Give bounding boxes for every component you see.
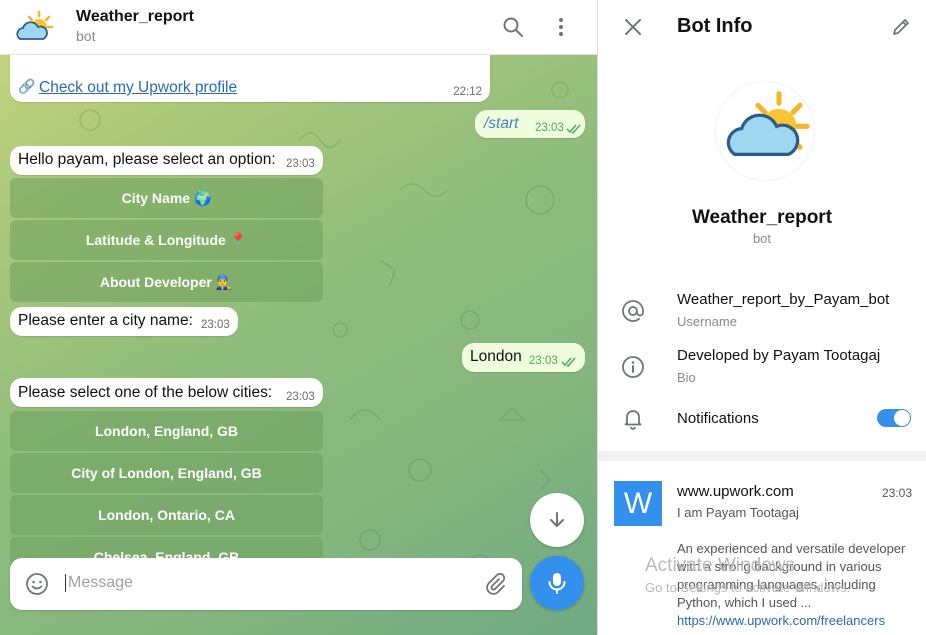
link-preview-url[interactable]: https://www.upwork.com/freelancers [677,613,885,628]
message-start: /start 23:03 [475,110,585,138]
attach-button[interactable] [483,572,507,596]
inline-button-lat-long[interactable]: Latitude & Longitude 📍 [10,220,323,260]
message-london: London 23:03 [462,343,585,372]
info-icon [622,356,644,378]
message-select-city: Please select one of the below cities: 2… [10,378,323,407]
weather-avatar-icon [16,10,54,40]
message-time: 23:03 [535,122,564,134]
link-preview-letter: W [623,486,653,520]
bio-value: Developed by Payam Tootagaj [677,347,881,364]
chat-area: Weather_report bot 🔗 Check out my Upwork… [0,0,597,635]
mic-icon [548,573,566,594]
link-preview-time: 23:03 [882,486,913,500]
edit-icon [893,19,909,35]
profile-type: bot [752,231,772,246]
voice-record-button[interactable] [530,556,584,610]
scroll-down-button[interactable] [530,493,584,547]
message-text: Hello payam, please select an option: [18,151,276,168]
toggle-knob [894,410,910,426]
bot-avatar[interactable] [12,8,54,50]
chat-subtitle: bot [76,28,96,44]
link-preview-title: I am Payam Tootagaj [677,505,799,520]
inline-button-about-developer[interactable]: About Developer 👨‍🔧 [10,262,323,302]
message-input[interactable]: Message [65,574,133,592]
close-panel-button[interactable] [620,14,646,40]
bell-icon [624,410,642,430]
message-text: Please enter a city name: [18,312,193,329]
upwork-profile-link[interactable]: Check out my Upwork profile [39,79,237,97]
username-label: Username [677,314,737,329]
bio-row-icon [620,354,646,380]
emoji-icon [26,573,48,595]
notifications-toggle[interactable] [877,409,911,427]
more-vertical-icon [559,18,563,36]
bot-info-panel: Bot Info Weather_report bot Weather_repo… [598,0,926,635]
close-icon [625,19,641,35]
more-button[interactable] [546,12,576,42]
activate-windows-title: Activate Windows [645,555,795,576]
username-value[interactable]: Weather_report_by_Payam_bot [677,291,889,308]
chat-title: Weather_report [76,8,194,25]
arrow-down-icon [550,512,564,527]
weather-avatar-icon [726,91,810,156]
chat-header: Weather_report bot [0,0,597,55]
message-time: 23:03 [529,355,558,367]
inline-button-london-gb[interactable]: London, England, GB [10,411,323,451]
panel-title: Bot Info [677,15,753,37]
username-row-icon [620,298,646,324]
emoji-button[interactable] [25,572,49,596]
search-icon [503,17,523,37]
search-button[interactable] [498,12,528,42]
message-time: 23:03 [286,391,315,403]
double-check-icon [561,357,576,367]
attach-icon [486,572,506,595]
link-preview-avatar: W [614,481,662,526]
message-time: 23:03 [201,319,230,331]
message-text: London [470,348,522,365]
double-check-icon [566,124,581,134]
activate-windows-subtitle: Go to Settings to activate Windows. [645,580,851,595]
profile-name: Weather_report [691,207,833,228]
edit-button[interactable] [888,14,914,40]
message-text: Please select one of the below cities: [18,384,273,401]
profile-avatar[interactable] [716,82,814,180]
section-separator [598,451,926,461]
notifications-label: Notifications [677,410,759,427]
message-time: 23:03 [286,158,315,170]
inline-button-city-name[interactable]: City Name 🌍 [10,178,323,218]
message-enter-city: Please enter a city name: 23:03 [10,307,238,336]
inline-button-city-of-london[interactable]: City of London, England, GB [10,453,323,493]
link-preview[interactable]: W www.upwork.com 23:03 I am Payam Tootag… [598,461,926,635]
link-preview-site: www.upwork.com [677,483,794,500]
message-greeting: Hello payam, please select an option: 23… [10,146,323,175]
inline-button-london-ontario[interactable]: London, Ontario, CA [10,495,323,535]
bio-label: Bio [677,370,696,385]
at-icon [622,300,644,322]
message-text: /start [484,115,519,132]
message-time: 22:12 [453,86,482,98]
link-icon: 🔗 [18,78,36,94]
message-composer: Message [10,558,522,610]
notifications-row-icon [620,405,646,431]
